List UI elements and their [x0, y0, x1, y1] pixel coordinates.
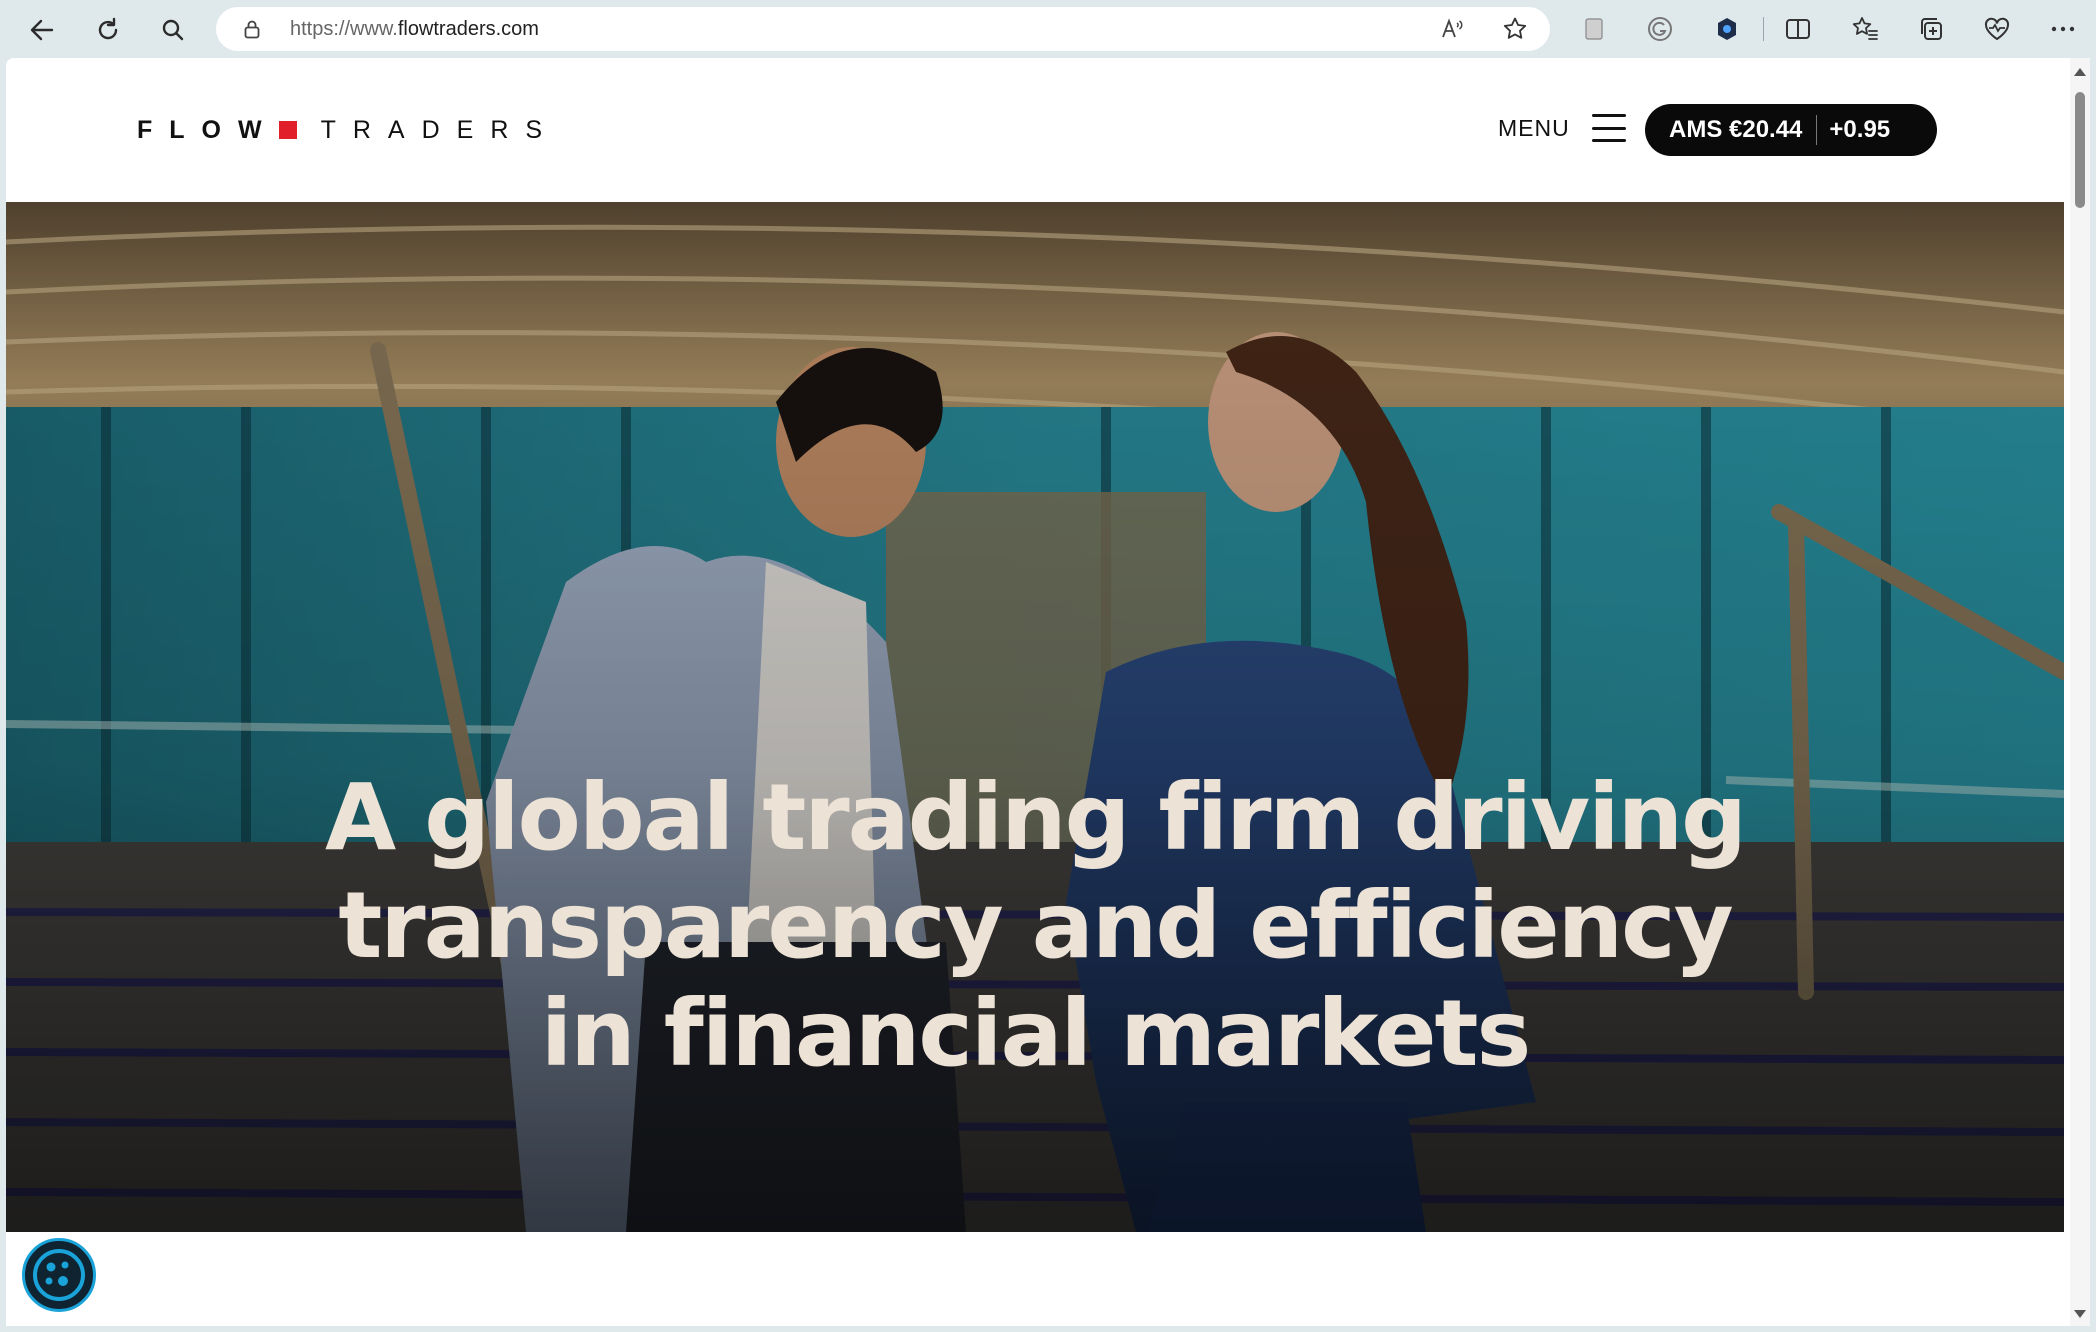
- extension-icon: [1718, 18, 1736, 40]
- more-button[interactable]: [2046, 12, 2080, 46]
- scroll-down-arrow[interactable]: [2074, 1310, 2086, 1318]
- search-button[interactable]: [153, 10, 193, 50]
- cookie-icon: [33, 1249, 85, 1301]
- logo-red-square: [278, 121, 297, 139]
- favorite-star-icon[interactable]: [1502, 16, 1528, 42]
- scroll-up-arrow[interactable]: [2074, 68, 2086, 76]
- reading-view-icon: [1585, 18, 1603, 40]
- more-icon: [2051, 26, 2075, 32]
- reading-view-button[interactable]: [1577, 12, 1611, 46]
- refresh-icon: [98, 17, 118, 40]
- collections-button[interactable]: [1914, 12, 1948, 46]
- grammarly-button[interactable]: [1643, 12, 1677, 46]
- extension-button[interactable]: [1710, 12, 1744, 46]
- site-header: FLOW TRADERS MENU AMS €20.44 +0.95: [6, 58, 2070, 202]
- url-prefix: https://www.: [290, 18, 398, 40]
- favorites-button[interactable]: [1848, 12, 1882, 46]
- hero-section: A global trading firm driving transparen…: [6, 202, 2064, 1232]
- health-icon: [1984, 17, 2010, 41]
- hero-headline: A global trading firm driving transparen…: [6, 764, 2064, 1088]
- url-text[interactable]: https://www.flowtraders.com: [290, 18, 539, 41]
- ticker-price: AMS €20.44: [1669, 116, 1803, 143]
- lock-icon[interactable]: [242, 19, 262, 39]
- back-button[interactable]: [22, 10, 62, 50]
- split-screen-button[interactable]: [1781, 12, 1815, 46]
- health-button[interactable]: [1980, 12, 2014, 46]
- ticker-change: +0.95: [1829, 116, 1891, 143]
- page-scrollbar[interactable]: [2070, 58, 2090, 1326]
- scroll-thumb[interactable]: [2075, 92, 2085, 208]
- ticker-divider: [1816, 115, 1818, 145]
- toolbar-separator: [1763, 17, 1764, 41]
- collections-icon: [1921, 18, 1942, 40]
- flow-traders-logo[interactable]: FLOW TRADERS: [137, 115, 560, 144]
- url-domain: flowtraders.com: [397, 18, 539, 40]
- hero-line-3: in financial markets: [540, 980, 1532, 1087]
- page-viewport: FLOW TRADERS MENU AMS €20.44 +0.95 A glo…: [6, 58, 2070, 1326]
- hero-line-2: transparency and efficiency: [338, 872, 1733, 979]
- browser-toolbar: https://www.flowtraders.com: [0, 0, 2096, 58]
- split-screen-icon: [1786, 19, 1810, 39]
- stock-ticker[interactable]: AMS €20.44 +0.95: [1645, 104, 1937, 156]
- menu-label: MENU: [1498, 114, 1570, 141]
- address-bar[interactable]: https://www.flowtraders.com: [216, 7, 1550, 51]
- favorites-icon: [1852, 17, 1878, 40]
- menu-icon: [1591, 114, 1626, 142]
- hero-line-1: A global trading firm driving: [325, 764, 1747, 871]
- menu-button[interactable]: MENU: [1498, 114, 1626, 142]
- search-icon: [162, 19, 184, 41]
- cookie-settings-button[interactable]: [22, 1238, 96, 1312]
- back-icon: [30, 19, 54, 41]
- grammarly-icon: [1648, 17, 1672, 41]
- read-aloud-icon[interactable]: [1440, 17, 1464, 41]
- refresh-button[interactable]: [88, 10, 128, 50]
- logo-flow: FLOW: [137, 115, 279, 144]
- logo-traders: TRADERS: [320, 115, 560, 144]
